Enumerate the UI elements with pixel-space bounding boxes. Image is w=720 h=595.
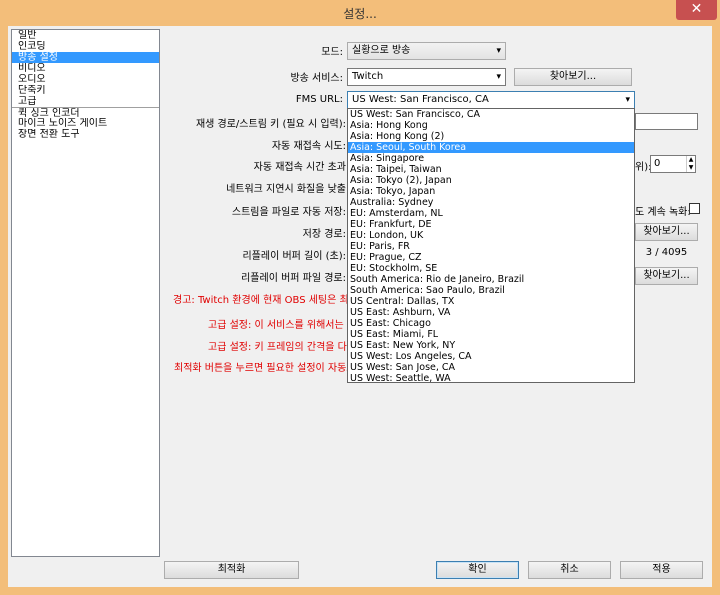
service-label: 방송 서비스: [290,73,343,84]
service-browse-button[interactable]: 찾아보기... [514,68,632,86]
replay-buffer-label: 리플레이 버퍼 길이 (초): [242,251,346,262]
dropdown-option[interactable]: US Central: Dallas, TX [348,296,634,307]
sidebar-item[interactable]: 장면 전환 도구 [12,129,159,140]
stream-key-input[interactable] [635,113,698,130]
dropdown-option[interactable]: EU: Stockholm, SE [348,263,634,274]
dropdown-option[interactable]: Asia: Tokyo, Japan [348,186,634,197]
sidebar-item[interactable]: 고급 [12,96,159,107]
chevron-down-icon: ▾ [496,46,501,56]
replay-path-label: 리플레이 버퍼 파일 경로: [241,273,346,284]
service-select[interactable]: Twitch ▾ [347,68,506,86]
warning-text: 고급 설정: 이 서비스를 위해서는 ' [208,320,350,331]
dropdown-option[interactable]: South America: Rio de Janeiro, Brazil [348,274,634,285]
dropdown-option[interactable]: US East: Miami, FL [348,329,634,340]
dropdown-option[interactable]: US East: Ashburn, VA [348,307,634,318]
replay-buffer-value: 3 / 4095 [645,247,688,258]
dropdown-option[interactable]: US West: San Francisco, CA [348,109,634,120]
dropdown-option[interactable]: Asia: Tokyo (2), Japan [348,175,634,186]
spin-down-icon[interactable]: ▼ [686,164,695,172]
save-path-label: 저장 경로: [302,229,346,240]
settings-dialog: 일반 인코딩 방송 설정 비디오 오디오 단축키 고급 퀵 싱크 인코더 마이크 노이즈 게이트… [8,26,712,587]
sidebar-item[interactable]: 비디오 [12,63,159,74]
warning-text: 최적화 버튼을 누르면 필요한 설정이 자동으 [174,363,356,374]
chevron-down-icon: ▾ [496,72,501,82]
chevron-down-icon: ▾ [625,95,630,105]
fms-url-value: US West: San Francisco, CA [352,94,489,105]
sidebar-item[interactable]: 오디오 [12,74,159,85]
spin-up-icon[interactable]: ▲ [686,156,695,164]
dropdown-option[interactable]: US East: Chicago [348,318,634,329]
cancel-button[interactable]: 취소 [528,561,611,579]
sidebar-item[interactable]: 퀵 싱크 인코더 [12,107,159,118]
dropdown-option[interactable]: Asia: Taipei, Taiwan [348,164,634,175]
dropdown-option[interactable]: EU: Paris, FR [348,241,634,252]
dropdown-option[interactable]: US West: Los Angeles, CA [348,351,634,362]
save-to-file-label: 스트림을 파일로 자동 저장: [231,207,346,218]
dropdown-option[interactable]: EU: Frankfurt, DE [348,219,634,230]
apply-button[interactable]: 적용 [620,561,703,579]
mode-label: 모드: [321,47,343,58]
auto-reconnect-label: 자동 재접속 시도: [271,141,346,152]
dropdown-option[interactable]: EU: Amsterdam, NL [348,208,634,219]
dropdown-option[interactable]: Asia: Hong Kong (2) [348,131,634,142]
sidebar-item[interactable]: 단축키 [12,85,159,96]
auto-reconnect-timeout-label: 자동 재접속 시간 초과 [253,162,346,173]
fms-url-select[interactable]: US West: San Francisco, CA ▾ [347,91,635,109]
sidebar-item[interactable]: 마이크 노이즈 게이트 [12,118,159,129]
sidebar-item[interactable]: 일반 [12,30,159,41]
network-delay-label: 네트워크 지연시 화질을 낮출 [226,184,346,195]
timeout-value: 0 [654,158,661,169]
dropdown-option[interactable]: Asia: Hong Kong [348,120,634,131]
close-icon[interactable]: ✕ [676,0,717,20]
ok-button[interactable]: 확인 [436,561,519,579]
mode-select[interactable]: 실황으로 방송 ▾ [347,42,506,60]
dropdown-option[interactable]: Australia: Sydney [348,197,634,208]
dropdown-option[interactable]: US West: Seattle, WA [348,373,634,382]
stream-key-label: 재생 경로/스트림 키 (필요 시 입력): [195,119,346,130]
replay-path-browse-button[interactable]: 찾아보기... [635,267,698,285]
timeout-suffix: 위): [635,162,652,173]
optimize-button[interactable]: 최적화 [164,561,299,579]
window-title: 설정... [343,7,377,21]
timeout-stepper[interactable]: 0 ▲ ▼ [650,155,696,173]
dropdown-option[interactable]: Asia: Seoul, South Korea [348,142,634,153]
dropdown-option[interactable]: US West: San Jose, CA [348,362,634,373]
sidebar-item[interactable]: 인코딩 [12,41,159,52]
warning-text: 경고: Twitch 환경에 현재 OBS 세팅은 최적 [173,295,358,306]
dropdown-option[interactable]: EU: London, UK [348,230,634,241]
keep-record-checkbox[interactable] [689,203,700,214]
dropdown-option[interactable]: EU: Prague, CZ [348,252,634,263]
settings-category-list[interactable]: 일반 인코딩 방송 설정 비디오 오디오 단축키 고급 퀵 싱크 인코더 마이크 노이즈 게이트… [11,29,160,557]
keep-record-label: 도 계속 녹화: [635,207,691,218]
mode-value: 실황으로 방송 [352,45,411,56]
dropdown-option[interactable]: South America: Sao Paulo, Brazil [348,285,634,296]
warning-text: 고급 설정: 키 프레임의 간격을 다 [208,342,347,353]
title-bar: 설정... ✕ [0,0,720,26]
sidebar-item[interactable]: 방송 설정 [12,52,159,63]
service-value: Twitch [352,71,384,82]
fms-url-label: FMS URL: [295,94,343,105]
fms-url-dropdown-list[interactable]: US West: San Francisco, CA Asia: Hong Kon… [347,108,635,383]
dropdown-option[interactable]: US East: New York, NY [348,340,634,351]
dropdown-option[interactable]: Asia: Singapore [348,153,634,164]
save-path-browse-button[interactable]: 찾아보기... [635,223,698,241]
